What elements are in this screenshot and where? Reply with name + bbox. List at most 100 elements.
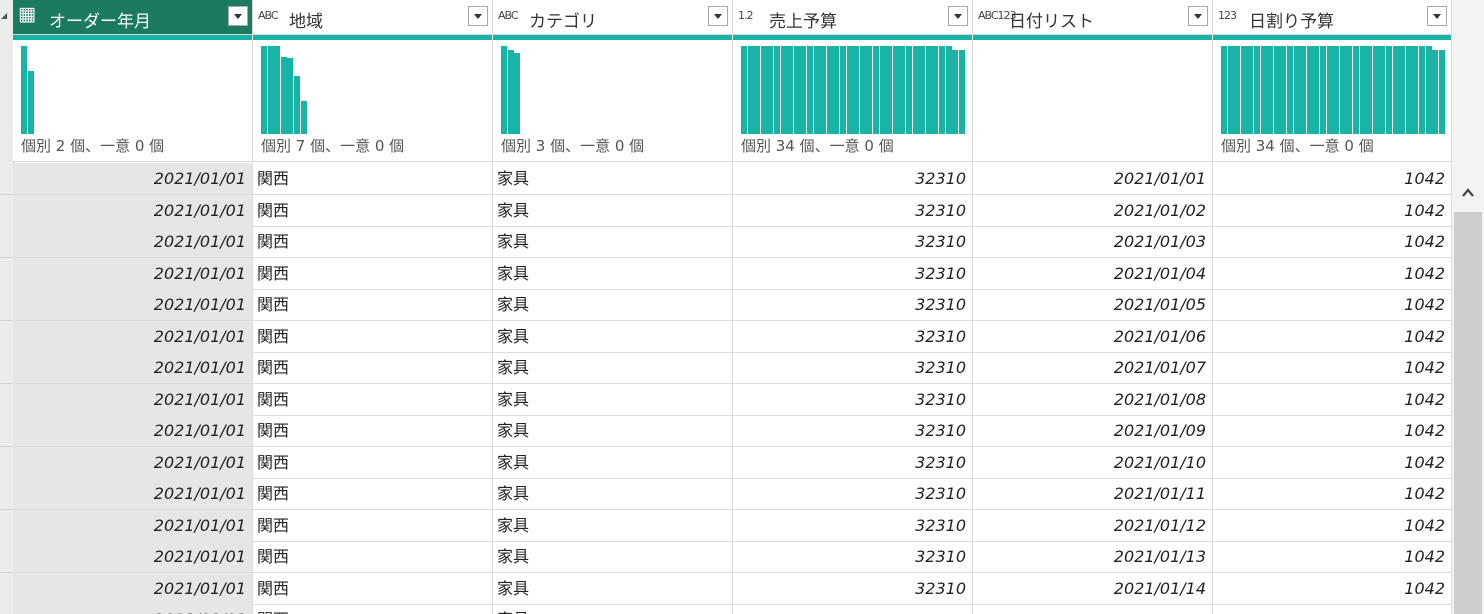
histogram-bar[interactable] [1425, 46, 1432, 134]
histogram-bar[interactable] [1267, 46, 1274, 134]
histogram-bar[interactable] [1293, 46, 1300, 134]
table-cell-region[interactable]: 関西 [253, 289, 493, 321]
histogram-bar[interactable] [1386, 46, 1392, 134]
histogram-bar[interactable] [741, 46, 747, 134]
histogram-bar[interactable] [1247, 46, 1254, 134]
table-cell-category[interactable]: 家具 [493, 572, 733, 605]
histogram-bar[interactable] [919, 46, 926, 134]
table-cell-sales_budget[interactable]: 32310 [733, 194, 973, 227]
row-number-cell[interactable] [0, 194, 13, 227]
table-cell-date_list[interactable]: 2021/01/09 [973, 415, 1213, 447]
histogram-bar[interactable] [754, 46, 761, 134]
scrollbar-thumb[interactable] [1454, 212, 1482, 614]
histogram-bar[interactable] [27, 70, 34, 134]
table-cell-date_list[interactable]: 2021/01/02 [973, 194, 1213, 227]
histogram-bar[interactable] [1333, 46, 1340, 134]
table-cell-daily_budget[interactable]: 1042 [1213, 352, 1452, 384]
table-cell-date_list[interactable]: 2021/01/08 [973, 383, 1213, 416]
table-cell-region[interactable]: 関西 [253, 163, 493, 195]
table-cell-order_month[interactable]: 2021/01/01 [13, 572, 253, 605]
column-distribution-daily_budget[interactable]: 個別 34 個、一意 0 個 [1213, 40, 1452, 162]
table-cell-date_list[interactable]: 2021/01/06 [973, 320, 1213, 353]
table-cell-region[interactable]: 関西 [253, 541, 493, 573]
histogram-bar[interactable] [879, 46, 886, 134]
histogram-bar[interactable] [925, 46, 932, 134]
filter-dropdown-chevron-icon[interactable] [708, 6, 728, 26]
table-cell-category[interactable]: 家具 [493, 415, 733, 447]
table-cell-order_month[interactable]: 2021/01/01 [13, 320, 253, 353]
histogram-bar[interactable] [1339, 46, 1346, 134]
histogram-bar[interactable] [853, 46, 860, 134]
histogram-bar[interactable] [1359, 46, 1366, 134]
table-cell-sales_budget[interactable]: 32310 [733, 226, 973, 258]
table-cell-sales_budget[interactable]: 32310 [733, 541, 973, 573]
row-number-cell[interactable] [0, 352, 13, 384]
filter-dropdown-chevron-icon[interactable] [1188, 6, 1208, 26]
column-header-category[interactable]: ABC カテゴリ [493, 0, 733, 35]
row-number-cell[interactable] [0, 572, 13, 605]
histogram-bar[interactable] [1399, 46, 1406, 134]
table-cell-order_month[interactable]: 2021/01/01 [13, 383, 253, 416]
histogram-bar[interactable] [952, 50, 959, 134]
histogram-bar[interactable] [892, 46, 899, 134]
text-type-icon[interactable]: ABC [258, 9, 279, 22]
table-cell-region[interactable]: 関西 [253, 194, 493, 227]
histogram-bar[interactable] [939, 46, 945, 134]
row-number-cell[interactable] [0, 289, 13, 321]
column-header-daily_budget[interactable]: 123 日割り予算 [1213, 0, 1452, 35]
row-number-cell[interactable] [0, 226, 13, 258]
table-cell-daily_budget[interactable]: 1042 [1213, 257, 1452, 290]
table-cell-category[interactable]: 家具 [493, 163, 733, 195]
table-cell-date_list[interactable]: 2021/01/13 [973, 541, 1213, 573]
whole-number-type-icon[interactable]: 123 [1218, 9, 1237, 22]
table-cell-daily_budget[interactable]: 1042 [1213, 509, 1452, 542]
table-cell-daily_budget[interactable]: 1042 [1213, 415, 1452, 447]
histogram-bar[interactable] [1280, 46, 1287, 134]
table-cell-daily_budget[interactable]: 1042 [1213, 289, 1452, 321]
histogram-bar[interactable] [1419, 46, 1425, 134]
histogram-bar[interactable] [300, 100, 307, 134]
table-cell-daily_budget[interactable]: 1042 [1213, 320, 1452, 353]
histogram-bar[interactable] [507, 49, 514, 134]
table-cell-sales_budget[interactable]: 32310 [733, 572, 973, 605]
histogram-bar[interactable] [767, 46, 774, 134]
table-cell-category[interactable]: 家具 [493, 383, 733, 416]
histogram-bar[interactable] [1287, 46, 1293, 134]
table-cell-region[interactable]: 関西 [253, 509, 493, 542]
histogram-bar[interactable] [1313, 46, 1320, 134]
table-cell-date_list[interactable]: 2021/01/03 [973, 226, 1213, 258]
table-cell-order_month[interactable]: 2021/01/01 [13, 194, 253, 227]
column-distribution-region[interactable]: 個別 7 個、一意 0 個 [253, 40, 493, 162]
table-cell-daily_budget[interactable]: 1042 [1213, 572, 1452, 605]
column-distribution-date_list[interactable] [973, 40, 1213, 162]
filter-dropdown-chevron-icon[interactable] [228, 6, 248, 26]
vertical-scrollbar[interactable] [1452, 0, 1484, 614]
row-number-cell[interactable] [0, 257, 13, 290]
table-cell-order_month[interactable]: 2021/01/01 [13, 415, 253, 447]
histogram-bar[interactable] [813, 46, 820, 134]
table-cell-category[interactable]: 家具 [493, 257, 733, 290]
row-number-cell[interactable] [0, 320, 13, 353]
table-cell-date_list[interactable]: 2021/01/11 [973, 478, 1213, 510]
table-cell-date_list[interactable]: 2021/01/14 [973, 572, 1213, 605]
table-cell-daily_budget[interactable]: 1042 [1213, 194, 1452, 227]
table-cell-daily_budget[interactable]: 1042 [1213, 383, 1452, 416]
calendar-icon[interactable]: ▦ [18, 3, 36, 25]
table-cell-region[interactable]: 関西 [253, 257, 493, 290]
table-cell-category[interactable]: 家具 [493, 194, 733, 227]
table-cell-sales_budget[interactable]: 32310 [733, 509, 973, 542]
table-cell-sales_budget[interactable]: 32310 [733, 163, 973, 195]
filter-dropdown-chevron-icon[interactable] [948, 6, 968, 26]
row-number-cell[interactable] [0, 509, 13, 542]
histogram-bar[interactable] [932, 46, 939, 134]
histogram-bar[interactable] [501, 46, 507, 134]
filter-dropdown-chevron-icon[interactable] [1427, 6, 1447, 26]
table-cell-sales_budget[interactable]: 32310 [733, 257, 973, 290]
column-distribution-category[interactable]: 個別 3 個、一意 0 個 [493, 40, 733, 162]
scroll-up-chevron-icon[interactable] [1461, 186, 1475, 200]
table-cell-sales_budget[interactable]: 32310 [733, 289, 973, 321]
row-number-cell[interactable] [0, 383, 13, 416]
table-cell-category[interactable]: 家具 [493, 446, 733, 479]
table-cell-region[interactable]: 関西 [253, 226, 493, 258]
decimal-type-icon[interactable]: 1.2 [738, 9, 753, 22]
